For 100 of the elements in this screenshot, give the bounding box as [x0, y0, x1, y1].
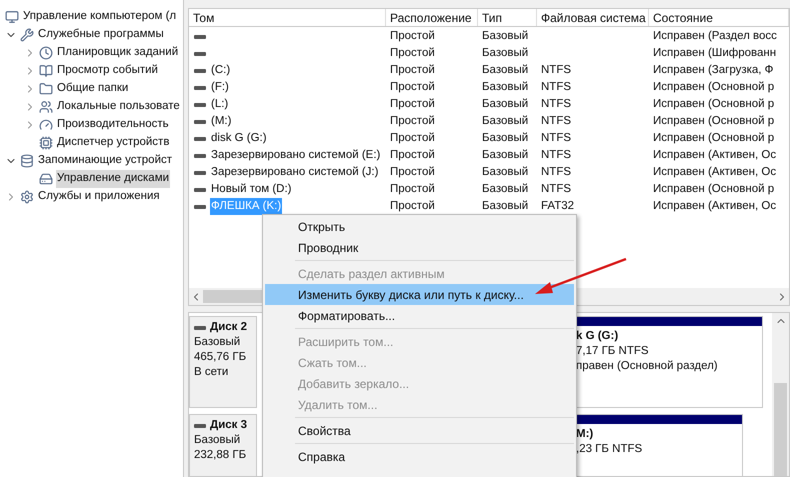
tree-item[interactable]: Управление компьютером (л — [22, 8, 178, 26]
volume-cell[interactable]: disk G (G:) — [210, 130, 268, 148]
table-cell: Базовый — [482, 182, 528, 195]
table-cell: Исправен (Раздел восс — [653, 30, 777, 42]
table-cell: Базовый — [482, 64, 528, 76]
volume-cell[interactable]: Зарезервировано системой (J:) — [210, 164, 380, 182]
table-cell: Базовый — [482, 114, 528, 127]
drive-icon — [194, 188, 206, 192]
volume-cell[interactable]: (L:) — [210, 96, 230, 114]
drive-icon — [194, 52, 206, 56]
table-cell: NTFS — [541, 114, 572, 127]
partition-text: правен (Основной раздел) — [576, 359, 719, 374]
table-cell: Исправен (Активен, Ос — [653, 200, 776, 212]
table-cell: Простой — [390, 132, 435, 144]
table-cell: Базовый — [482, 200, 528, 212]
tree-item[interactable]: Планировщик заданий — [56, 44, 180, 62]
table-cell: Простой — [390, 46, 435, 59]
table-cell: Исправен (Активен, Ос — [653, 166, 776, 178]
table-cell: Базовый — [482, 30, 528, 42]
partition-title: k G (G:) — [576, 329, 620, 344]
tree-item[interactable]: Просмотр событий — [56, 62, 159, 80]
table-cell: FAT32 — [541, 200, 574, 212]
tree-item[interactable]: Запоминающие устройст — [37, 152, 174, 170]
drive-icon — [194, 120, 206, 124]
table-cell: NTFS — [541, 182, 572, 195]
storage-icon — [20, 154, 34, 168]
drive-icon — [194, 326, 206, 330]
drive-icon — [194, 136, 206, 140]
disk-info-text: Базовый — [194, 433, 242, 448]
column-header[interactable]: Файловая система — [537, 9, 649, 26]
menu-item[interactable]: Форматировать... — [265, 305, 574, 326]
volume-cell[interactable]: (C:) — [210, 62, 232, 80]
gauge-icon — [39, 118, 53, 132]
tree-item[interactable]: Диспетчер устройств — [56, 134, 170, 152]
table-cell: Простой — [390, 182, 435, 195]
table-cell: Базовый — [482, 46, 528, 59]
table-cell: Исправен (Активен, Ос — [653, 148, 776, 161]
table-cell: Исправен (Основной р — [653, 132, 774, 144]
table-cell: NTFS — [541, 148, 572, 161]
table-cell: NTFS — [541, 98, 572, 110]
menu-item[interactable]: Справка — [265, 446, 574, 467]
device-icon — [39, 136, 53, 150]
drive-icon — [194, 204, 206, 208]
drive-icon — [194, 34, 206, 38]
drive-icon — [194, 154, 206, 158]
volume-cell[interactable]: Новый том (D:) — [210, 180, 292, 198]
table-cell: NTFS — [541, 132, 572, 144]
table-cell: Простой — [390, 166, 435, 178]
tree-item[interactable]: Производительность — [56, 116, 170, 134]
volume-cell[interactable]: (M:) — [210, 112, 232, 130]
table-cell: Простой — [390, 98, 435, 110]
menu-item[interactable]: Проводник — [265, 237, 574, 258]
partition-text: ,23 ГБ NTFS — [576, 442, 644, 457]
volume-cell[interactable]: Зарезервировано системой (E:) — [210, 146, 382, 164]
column-header[interactable]: Том — [189, 9, 386, 26]
table-cell: Базовый — [482, 98, 528, 110]
drive-icon — [194, 68, 206, 72]
volume-cell[interactable]: (F:) — [210, 78, 230, 96]
table-cell: Простой — [390, 114, 435, 127]
table-cell: NTFS — [541, 64, 572, 76]
drive-icon — [39, 172, 53, 186]
table-cell: Базовый — [482, 166, 528, 178]
column-header[interactable]: Расположение — [386, 9, 478, 26]
column-header[interactable]: Тип — [478, 9, 537, 26]
disk-name: Диск 3 — [210, 418, 248, 433]
computer-icon — [5, 10, 19, 24]
table-cell: Простой — [390, 80, 435, 93]
disk-name: Диск 2 — [210, 320, 248, 335]
tree-item[interactable]: Службы и приложения — [37, 188, 161, 206]
table-cell: NTFS — [541, 166, 572, 178]
partition-title: M:) — [576, 427, 594, 442]
partition-block[interactable]: M:) ,23 ГБ NTFS — [575, 414, 743, 476]
table-cell: Базовый — [482, 80, 528, 93]
disk-info-text: 465,76 ГБ — [194, 350, 248, 365]
menu-item[interactable]: Изменить букву диска или путь к диску... — [265, 284, 574, 305]
disk-info-text: 232,88 ГБ — [194, 448, 248, 463]
drive-icon — [194, 86, 206, 90]
folder-icon — [39, 82, 53, 96]
tree-item[interactable]: Локальные пользовате — [56, 98, 181, 116]
table-cell: Исправен (Основной р — [653, 80, 774, 93]
menu-item[interactable]: Свойства — [265, 420, 574, 441]
tree-item[interactable]: Служебные программы — [37, 26, 165, 44]
tree-item[interactable]: Общие папки — [56, 80, 130, 98]
vertical-scrollbar[interactable] — [772, 313, 789, 476]
table-cell: Базовый — [482, 148, 528, 161]
disk-info-text: В сети — [194, 365, 230, 380]
partition-block[interactable]: k G (G:) 7,17 ГБ NTFS правен (Основной раздел) — [575, 316, 763, 408]
table-cell: Исправен (Основной р — [653, 98, 774, 110]
tree-item[interactable]: Управление дисками — [56, 170, 170, 188]
menu-item[interactable]: Открыть — [265, 216, 574, 237]
table-cell: Исправен (Основной р — [653, 114, 774, 127]
drive-icon — [194, 102, 206, 106]
tools-icon — [20, 28, 34, 42]
table-cell: Простой — [390, 64, 435, 76]
column-header[interactable]: Состояние — [649, 9, 789, 26]
table-cell: Исправен (Шифрованн — [653, 46, 776, 59]
scrollbar-thumb[interactable] — [774, 383, 787, 476]
disk-info-text: Базовый — [194, 335, 242, 350]
table-cell: Исправен (Основной р — [653, 182, 774, 195]
drive-icon — [194, 170, 206, 174]
